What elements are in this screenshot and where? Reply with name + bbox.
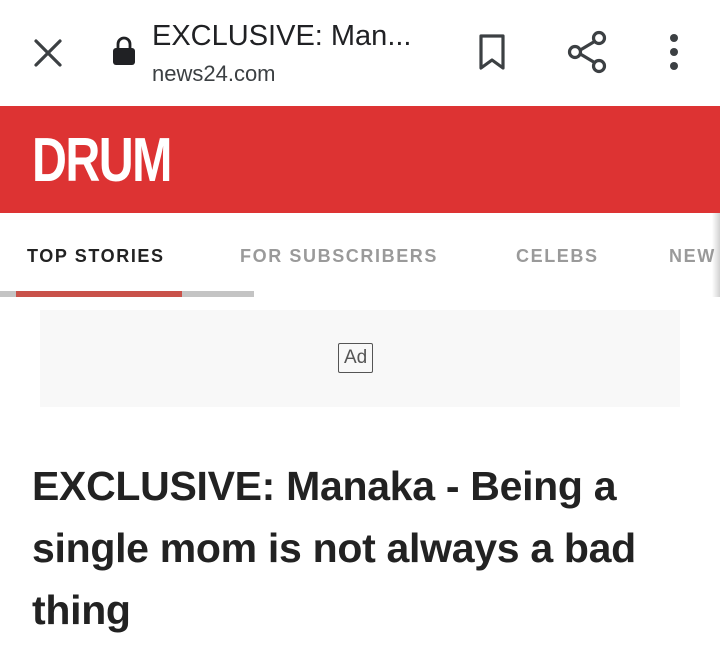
share-icon[interactable] [566, 30, 608, 74]
browser-toolbar: EXCLUSIVE: Man... news24.com [0, 0, 720, 106]
tab-news[interactable]: NEW [669, 246, 716, 267]
page-domain[interactable]: news24.com [152, 61, 276, 87]
ad-slot[interactable]: Ad [40, 310, 680, 407]
tab-celebs[interactable]: CELEBS [516, 246, 599, 267]
page-title[interactable]: EXCLUSIVE: Man... [152, 20, 442, 53]
nav-scroll-fade [712, 213, 720, 297]
section-nav: TOP STORIES FOR SUBSCRIBERS CELEBS NEW [0, 213, 720, 303]
more-vert-icon[interactable] [660, 32, 688, 72]
article-headline: EXCLUSIVE: Manaka - Being a single mom i… [32, 463, 636, 633]
tab-top-stories[interactable]: TOP STORIES [27, 246, 165, 267]
tab-for-subscribers[interactable]: FOR SUBSCRIBERS [240, 246, 438, 267]
ad-label: Ad [338, 343, 374, 373]
site-header: DRUM [0, 106, 720, 213]
bookmark-icon[interactable] [474, 32, 510, 72]
active-tab-indicator [16, 291, 182, 297]
lock-icon [113, 36, 135, 65]
drum-logo[interactable]: DRUM [32, 130, 172, 192]
close-icon[interactable] [30, 35, 66, 71]
